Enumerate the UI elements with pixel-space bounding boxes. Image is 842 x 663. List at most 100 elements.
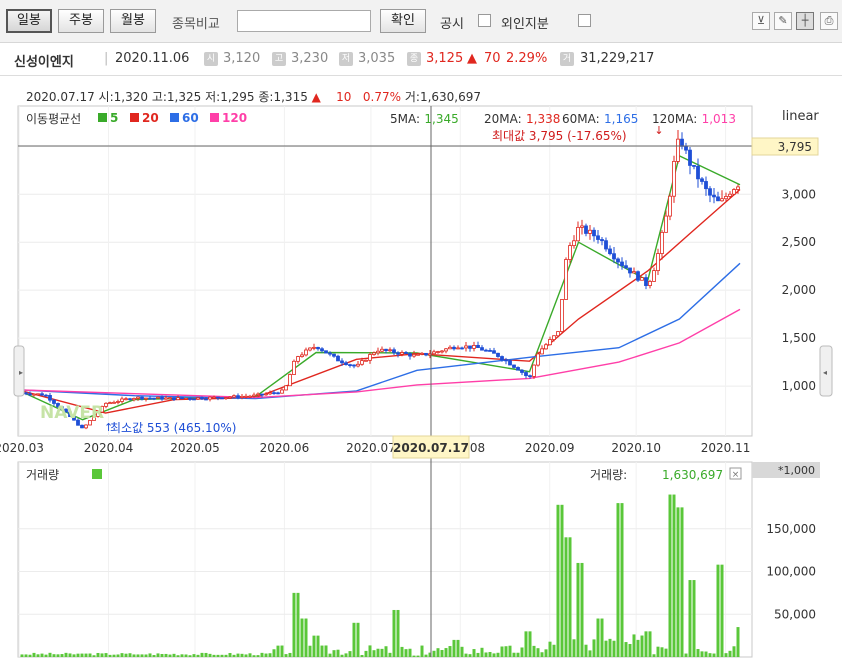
volume-bar bbox=[284, 654, 288, 657]
min-arrow-icon: ↑ bbox=[104, 421, 113, 434]
candle-body bbox=[236, 395, 240, 398]
ma-readout-label: 20MA: bbox=[484, 112, 522, 126]
candle-body bbox=[540, 348, 544, 355]
candle-body bbox=[104, 402, 108, 407]
volume-bar bbox=[556, 504, 560, 657]
volume-bar bbox=[624, 642, 628, 657]
volume-bar bbox=[448, 646, 452, 657]
candle-body bbox=[484, 349, 488, 352]
volume-bar bbox=[44, 654, 48, 657]
volume-bar bbox=[188, 655, 192, 657]
y-tick-label: 3,000 bbox=[782, 187, 816, 201]
volume-bar bbox=[228, 653, 232, 657]
candle-body bbox=[516, 367, 520, 371]
volume-bar bbox=[712, 653, 716, 657]
volume-bar bbox=[124, 653, 128, 657]
compare-input[interactable] bbox=[237, 10, 371, 32]
candle-body bbox=[360, 360, 364, 365]
volume-bar bbox=[96, 652, 100, 657]
foreign-label: 외인지분 bbox=[501, 17, 549, 32]
candle-body bbox=[136, 396, 140, 399]
candle-body bbox=[488, 350, 492, 352]
candle-body bbox=[608, 248, 612, 255]
volume-panel bbox=[17, 461, 753, 658]
draw-pen-icon[interactable]: ✎ bbox=[774, 12, 792, 30]
candle-body bbox=[528, 375, 532, 378]
candle-body bbox=[304, 349, 308, 356]
volume-bar bbox=[184, 654, 188, 657]
volume-bar bbox=[404, 649, 408, 657]
close-x-glyph: × bbox=[732, 470, 740, 480]
scale-label[interactable]: linear bbox=[782, 109, 819, 124]
volume-bar bbox=[84, 653, 88, 657]
candle-body bbox=[232, 395, 236, 398]
candle-body bbox=[308, 347, 312, 351]
volume-bar bbox=[600, 618, 604, 657]
candle-body bbox=[148, 397, 152, 400]
volume-bar bbox=[608, 638, 612, 657]
candle-body bbox=[624, 265, 628, 269]
y-tick-label: 1,500 bbox=[782, 331, 816, 345]
candle-body bbox=[388, 349, 392, 352]
daily-button[interactable]: 일봉 bbox=[6, 9, 52, 33]
volume-bar bbox=[348, 651, 352, 657]
volume-bar bbox=[632, 634, 636, 657]
volume-bar bbox=[352, 622, 356, 657]
volume-bar bbox=[420, 645, 424, 657]
volume-bar bbox=[200, 652, 204, 657]
volume-bar bbox=[172, 653, 176, 657]
candle-body bbox=[416, 353, 420, 356]
volume-bar bbox=[672, 494, 676, 657]
candle-body bbox=[476, 345, 480, 349]
crosshair-icon[interactable]: ┼ bbox=[796, 12, 814, 30]
candle-body bbox=[496, 352, 500, 357]
monthly-button[interactable]: 월봉 bbox=[110, 9, 156, 33]
candle-body bbox=[352, 364, 356, 367]
disclosure-checkbox[interactable] bbox=[478, 14, 491, 27]
candle-body bbox=[704, 181, 708, 190]
candle-body bbox=[452, 346, 456, 350]
candle-body bbox=[140, 396, 144, 400]
candle-body bbox=[172, 397, 176, 401]
volume-bar bbox=[508, 645, 512, 657]
candle-body bbox=[224, 397, 228, 400]
close-price: 3,125 bbox=[426, 51, 464, 66]
candle-body bbox=[408, 353, 412, 357]
candle-body bbox=[276, 392, 280, 395]
candle-body bbox=[732, 189, 736, 195]
print-icon[interactable]: ⎙ bbox=[820, 12, 838, 30]
candle-body bbox=[584, 225, 588, 234]
volume-bar bbox=[116, 654, 120, 657]
price-tag-icon[interactable]: ⊻ bbox=[752, 12, 770, 30]
candle-body bbox=[144, 397, 148, 400]
stock-chart[interactable]: 1,0001,5002,0002,5003,0003,5002020.03202… bbox=[0, 76, 842, 660]
volume-bar bbox=[708, 653, 712, 657]
volume-bar bbox=[704, 651, 708, 657]
candle-body bbox=[192, 398, 196, 401]
volume-bar bbox=[56, 654, 60, 657]
foreign-checkbox[interactable] bbox=[578, 14, 591, 27]
candle-body bbox=[188, 397, 192, 400]
volume-bar bbox=[400, 646, 404, 657]
candle-body bbox=[164, 397, 168, 400]
volume-total: 31,229,217 bbox=[580, 51, 655, 66]
candle-body bbox=[468, 345, 472, 349]
volume-bar bbox=[484, 652, 488, 657]
y-tick-label: 2,500 bbox=[782, 235, 816, 249]
volume-bar bbox=[520, 647, 524, 657]
volume-bar bbox=[176, 655, 180, 657]
volume-bar bbox=[676, 507, 680, 657]
chart-area[interactable]: 1,0001,5002,0002,5003,0003,5002020.03202… bbox=[0, 76, 842, 660]
volume-bar bbox=[100, 653, 104, 657]
cursor-close-label: 종: bbox=[258, 90, 274, 104]
candle-body bbox=[644, 277, 648, 286]
confirm-button[interactable]: 확인 bbox=[380, 9, 426, 33]
candle-body bbox=[124, 398, 128, 401]
volume-readout-label: 거래량: bbox=[590, 468, 627, 482]
weekly-button[interactable]: 주봉 bbox=[58, 9, 104, 33]
volume-bar bbox=[292, 592, 296, 657]
naver-watermark: NAVER bbox=[40, 403, 104, 423]
cursor-high: 1,325 bbox=[166, 90, 202, 104]
volume-bar bbox=[276, 645, 280, 657]
volume-bar bbox=[340, 654, 344, 657]
